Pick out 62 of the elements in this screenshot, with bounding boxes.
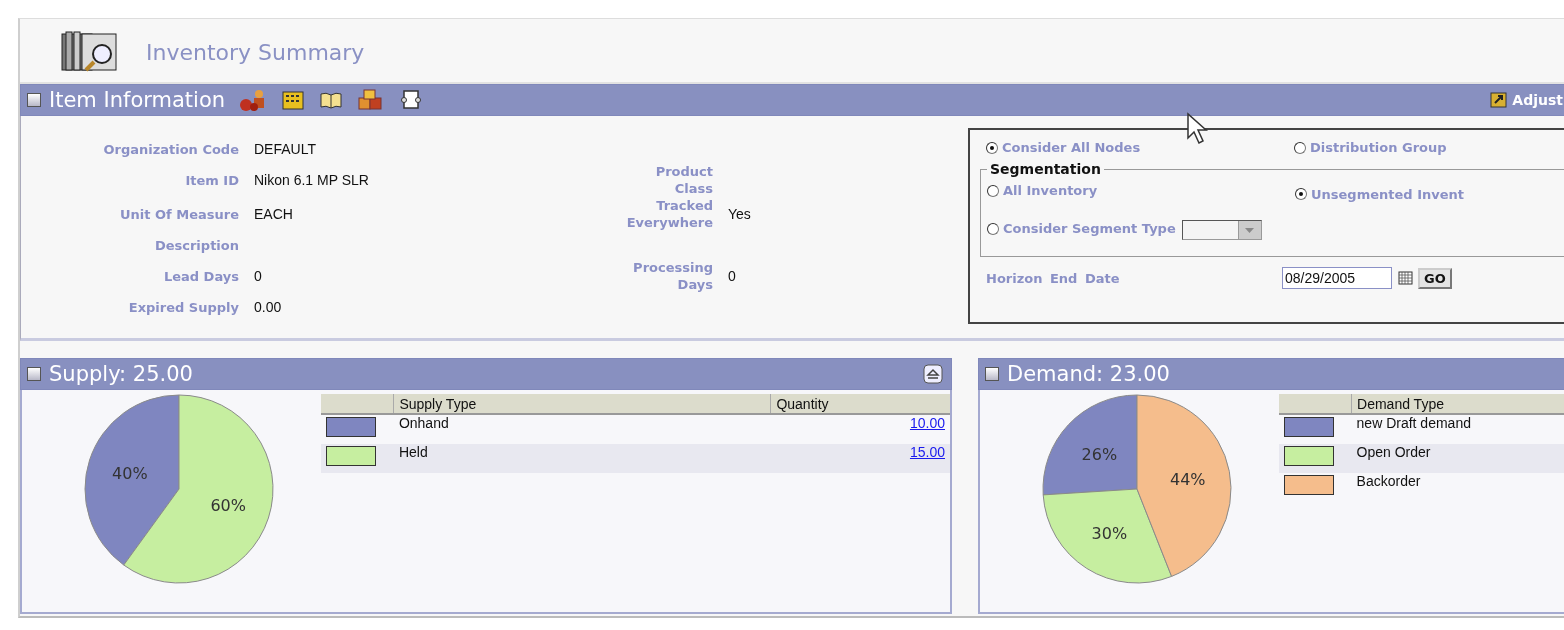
field-label: Lead Days	[162, 267, 239, 285]
field-label: Product Class	[654, 163, 713, 197]
date-field[interactable]: 08/29/2005	[1282, 267, 1392, 289]
scroll-icon[interactable]	[399, 88, 424, 112]
table-cell: Open Order	[1351, 444, 1564, 473]
collapse-icon[interactable]	[27, 367, 41, 381]
field-value: Nikon 6.1 MP SLR	[254, 172, 370, 188]
field-value: EACH	[254, 206, 294, 222]
dropdown-arrow-icon	[1245, 227, 1255, 233]
field-label: Tracked Everywhere	[625, 197, 713, 231]
radio-button[interactable]	[1295, 188, 1307, 200]
building-icon[interactable]	[281, 89, 306, 111]
collapse-up-icon[interactable]	[923, 364, 943, 384]
table-cell: Onhand	[393, 414, 771, 444]
table-cell: Backorder	[1351, 473, 1564, 502]
slice-label: 40%	[112, 464, 148, 483]
field-label: Description	[153, 236, 239, 254]
field-value: 0	[254, 268, 263, 284]
field-label: Organization Code	[102, 140, 239, 158]
field-label: Unit Of Measure	[119, 205, 239, 223]
field-label: Horizon End Date	[986, 270, 1121, 286]
quantity-link[interactable]: 10.00	[909, 415, 945, 431]
table-cell: new Draft demand	[1351, 414, 1564, 444]
slice-label: 60%	[210, 496, 246, 515]
section-title: Supply: 25.00	[49, 362, 193, 386]
column-header: Supply Type	[393, 394, 771, 414]
collapse-icon[interactable]	[27, 93, 41, 107]
adjust-link[interactable]: Adjust	[1490, 91, 1563, 109]
mouse-cursor-icon	[1186, 112, 1210, 146]
field-label: Processing Days	[632, 259, 713, 293]
segment-type-dropdown[interactable]	[1181, 220, 1262, 240]
section-title: Demand: 23.00	[1007, 362, 1170, 386]
group-title: Segmentation	[989, 161, 1102, 177]
field-label: Item ID	[184, 171, 239, 189]
radio-label[interactable]: Consider All Nodes	[1002, 140, 1141, 155]
page-title: Inventory Summary	[146, 39, 365, 65]
slice-label: 30%	[1091, 523, 1128, 543]
go-button[interactable]: GO	[1418, 267, 1452, 289]
slice-label: 44%	[1170, 470, 1206, 490]
field-value: 0	[728, 268, 737, 284]
column-header: Demand Type	[1351, 394, 1564, 414]
radio-button[interactable]	[1294, 141, 1306, 154]
radio-label[interactable]: All Inventory	[1003, 183, 1098, 199]
radio-button[interactable]	[987, 184, 999, 197]
radio-button[interactable]	[987, 222, 999, 235]
radio-label[interactable]: Consider Segment Type	[1003, 221, 1176, 236]
adjust-icon	[1490, 91, 1509, 109]
calendar-icon[interactable]	[1398, 270, 1414, 286]
radio-label[interactable]: Distribution Group	[1310, 140, 1447, 155]
collapse-icon[interactable]	[985, 367, 999, 381]
section-title: Item Information	[49, 88, 226, 112]
radio-button[interactable]	[986, 141, 998, 154]
table-cell: Held	[393, 444, 771, 473]
field-value: Yes	[728, 206, 752, 222]
quantity-link[interactable]: 15.00	[909, 444, 945, 460]
field-label: Expired Supply	[127, 298, 239, 316]
book-icon[interactable]	[319, 90, 344, 110]
column-header: Quantity	[770, 394, 950, 414]
field-value: 0.00	[254, 299, 283, 315]
radio-label[interactable]: Unsegmented Invent	[1311, 186, 1464, 202]
slice-label: 26%	[1081, 444, 1118, 464]
field-value: DEFAULT	[254, 141, 317, 157]
